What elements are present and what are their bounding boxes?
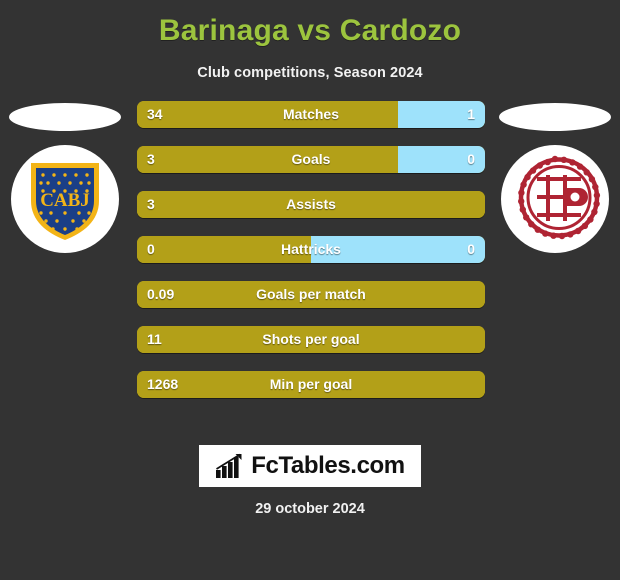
bar-chart-growth-icon: [216, 453, 242, 478]
stat-row: 1268 Min per goal: [137, 371, 485, 398]
footer-date: 29 october 2024: [255, 501, 365, 517]
stat-label: Min per goal: [269, 376, 353, 392]
stat-row: 3 Goals 0: [137, 146, 485, 173]
stat-label: Hattricks: [281, 241, 341, 257]
stat-label: Goals per match: [256, 286, 366, 302]
page-title: Barinaga vs Cardozo: [158, 14, 462, 47]
stat-row: 0.09 Goals per match: [137, 281, 485, 308]
stat-row: 0 Hattricks 0: [137, 236, 485, 263]
stat-label: Assists: [286, 196, 336, 212]
stats-list: 34 Matches 1 3 Goals 0 3 Assists 0 Hattr…: [137, 101, 485, 416]
stat-row: 3 Assists: [137, 191, 485, 218]
crest-monogram: CABJ: [40, 190, 90, 211]
crest-highlight-ellipse: [499, 103, 611, 131]
stat-row: 11 Shots per goal: [137, 326, 485, 353]
stat-label: Goals: [291, 151, 331, 167]
brand-label: FcTables.com: [251, 452, 405, 479]
stat-label: Shots per goal: [262, 331, 360, 347]
boca-juniors-crest-icon: CABJ: [31, 163, 99, 240]
stat-label: Matches: [282, 106, 340, 122]
stat-row: 34 Matches 1: [137, 101, 485, 128]
away-team-crest: [490, 101, 620, 271]
page-subtitle: Club competitions, Season 2024: [197, 65, 423, 81]
fctables-brand-badge[interactable]: FcTables.com: [199, 445, 421, 487]
away-value: 0: [467, 241, 475, 257]
away-value: 1: [467, 106, 475, 122]
comparison-area: CABJ 34 Matches 1 3 Goals 0 3 Assists 0 …: [0, 101, 620, 411]
home-team-crest: CABJ: [0, 101, 130, 271]
crest-highlight-ellipse: [9, 103, 121, 131]
lanus-crest-icon: [518, 155, 601, 240]
away-value: 0: [467, 151, 475, 167]
